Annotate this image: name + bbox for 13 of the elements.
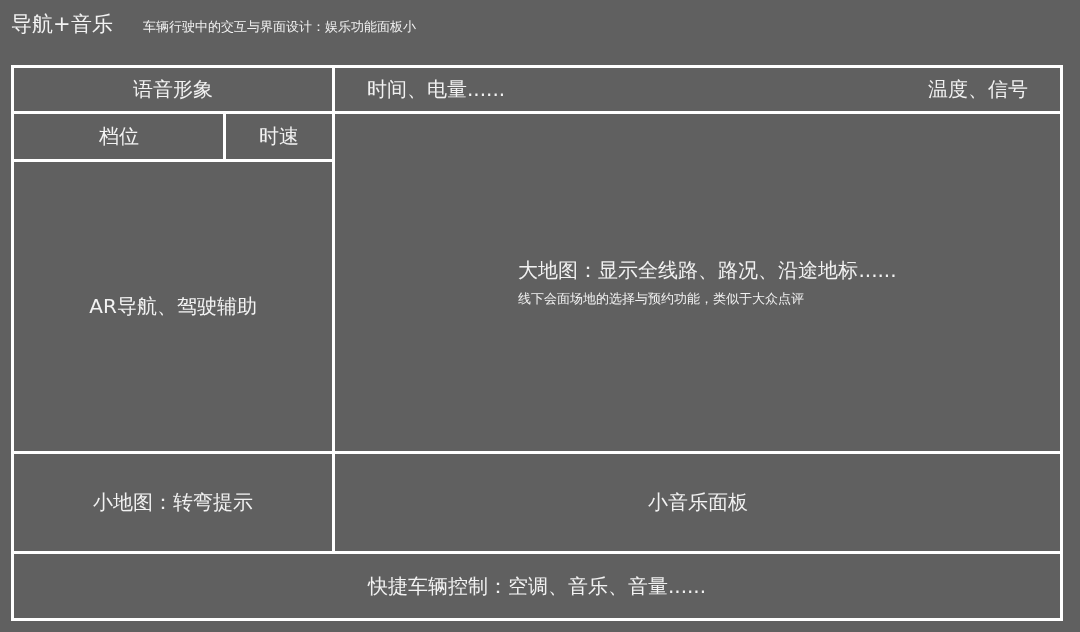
area-label: 大地图：显示全线路、路况、沿途地标...... [518,257,897,284]
area-label: 时速 [259,123,299,150]
area-label: AR导航、驾驶辅助 [89,293,257,320]
status-left-label: 时间、电量...... [367,76,506,103]
area-label: 小地图：转弯提示 [93,489,253,516]
area-note: 线下会面场地的选择与预约功能，类似于大众点评 [518,290,805,308]
area-label: 小音乐面板 [647,489,748,516]
status-right-label: 温度、信号 [928,76,1028,103]
page-subtitle: 车辆行驶中的交互与界面设计：娱乐功能面板小 [142,18,416,36]
area-label: 快捷车辆控制：空调、音乐、音量...... [367,572,707,600]
area-label: 档位 [98,123,139,150]
page-title: 导航+音乐 [11,11,113,38]
area-label: 语音形象 [133,76,213,103]
